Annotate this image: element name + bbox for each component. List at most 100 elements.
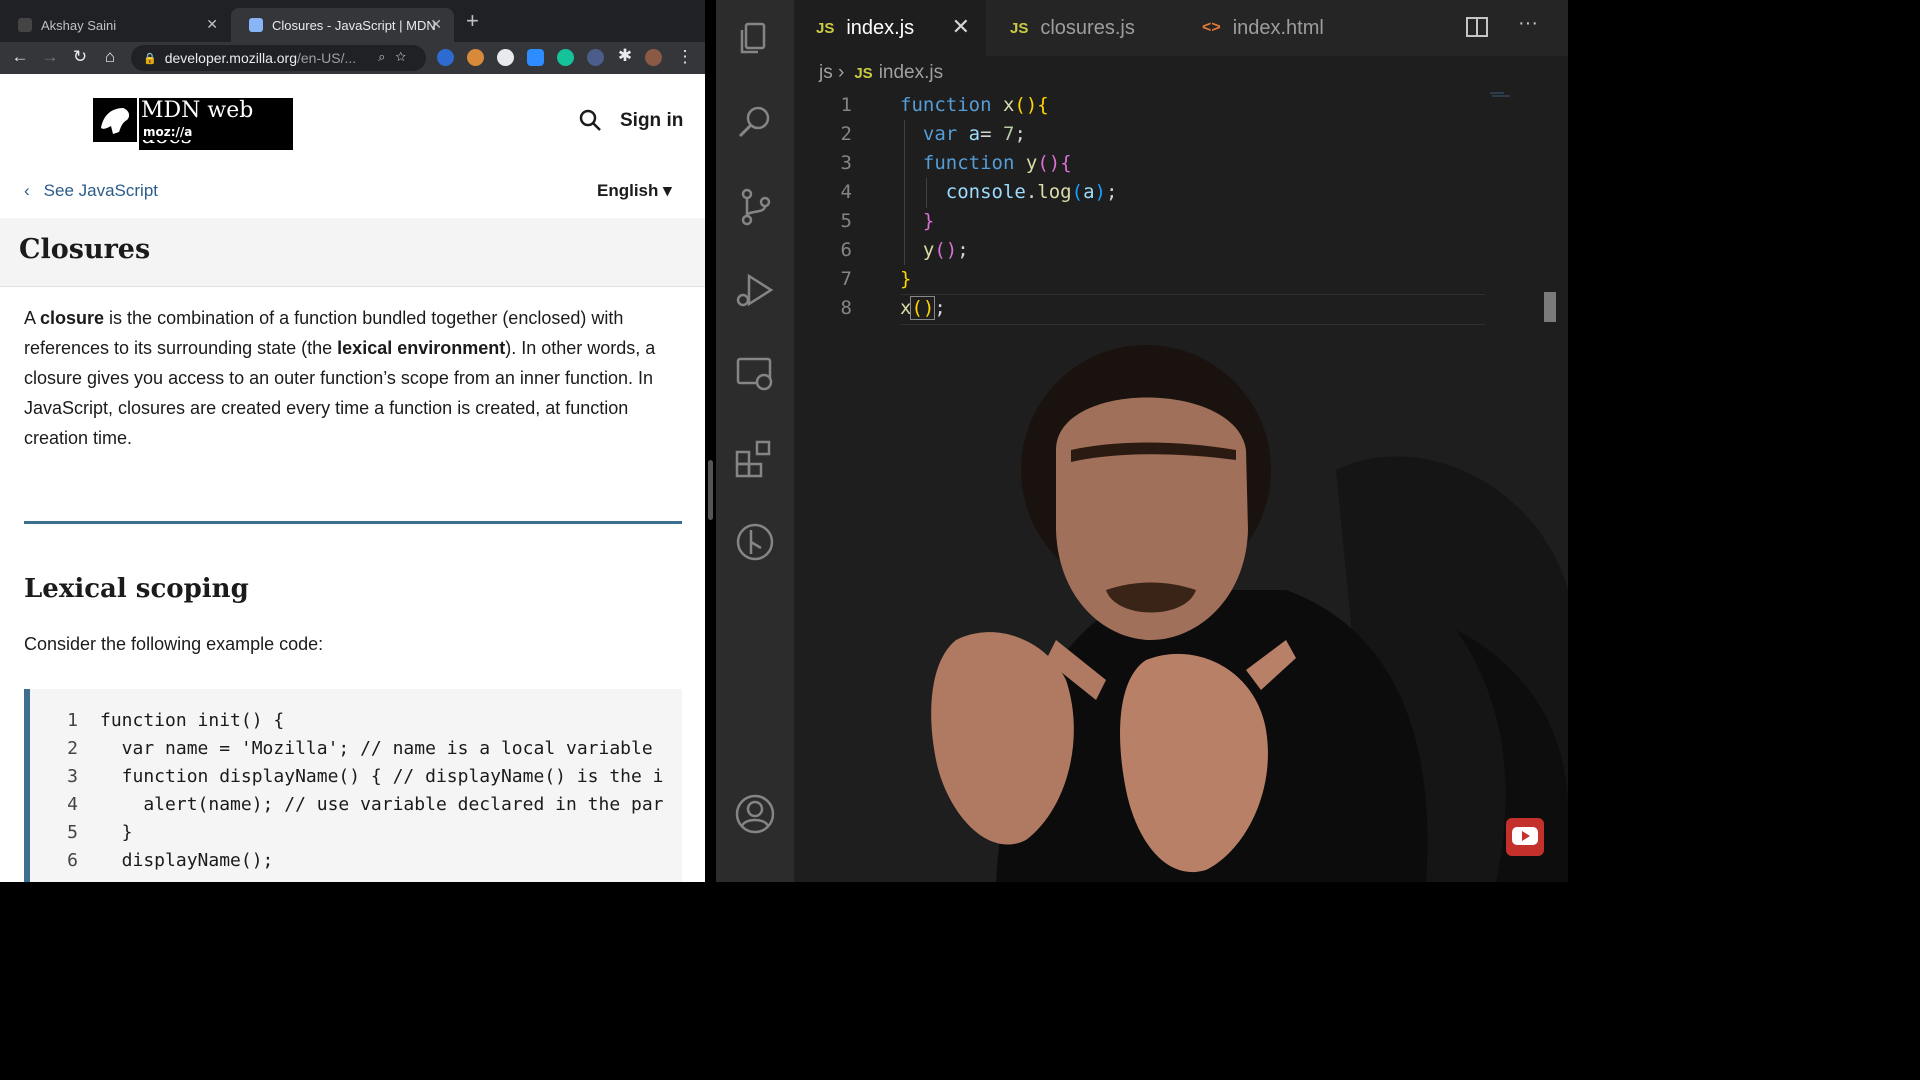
sign-in-link[interactable]: Sign in — [620, 110, 683, 132]
address-bar[interactable]: 🔒 developer.mozilla.org/en-US/... ⌕☆ — [131, 45, 426, 71]
editor-line: 8 x(); — [840, 296, 946, 320]
window-splitter[interactable] — [705, 0, 716, 882]
lock-icon: 🔒 — [143, 52, 157, 65]
zoom-icon[interactable]: ⌕ — [378, 49, 395, 64]
js-file-icon: JS — [816, 19, 835, 37]
tab-label: index.js — [846, 16, 915, 39]
tab-title: Closures - JavaScript | MDN — [272, 17, 436, 33]
puzzle-extensions-icon[interactable]: ✱ — [615, 46, 635, 66]
current-line-highlight — [900, 294, 1485, 325]
url-path: /en-US/... — [297, 50, 357, 66]
home-icon[interactable]: ⌂ — [100, 47, 120, 67]
see-javascript-link[interactable]: ‹ See JavaScript — [24, 181, 158, 201]
close-icon[interactable]: ✕ — [952, 14, 970, 40]
mdn-logo[interactable]: MDN web docs moz://a — [93, 98, 293, 150]
code-line: 3 function displayName() { // displayNam… — [67, 766, 664, 787]
chevron-left-icon: ‹ — [24, 181, 30, 200]
mozilla-wordmark: moz://a — [139, 124, 197, 140]
editor-tab-index-html[interactable]: <> index.html — [1180, 0, 1370, 56]
git-graph-icon[interactable] — [733, 520, 777, 564]
menu-kebab-icon[interactable]: ⋮ — [675, 47, 695, 67]
section-heading: Lexical scoping — [24, 574, 249, 604]
breadcrumb-file[interactable]: index.js — [879, 62, 943, 83]
vscode-window: JS index.js ✕ JS closures.js <> index.ht… — [716, 0, 1568, 882]
mdn-header: MDN web docs moz://a Sign in ‹ See JavaSc… — [0, 74, 705, 219]
intro-bold-closure: closure — [40, 308, 105, 328]
chevron-right-icon: › — [838, 62, 845, 83]
editor-line: 5 } — [840, 210, 935, 232]
close-tab-icon[interactable]: ✕ — [430, 16, 442, 33]
scrollbar-thumb[interactable] — [1544, 292, 1556, 322]
forward-icon[interactable]: → — [40, 47, 60, 67]
code-line: 2 var name = 'Mozilla'; // name is a loc… — [67, 738, 653, 759]
search-icon[interactable] — [733, 100, 777, 144]
extension-icon[interactable] — [437, 49, 454, 66]
editor-line: 3 function y(){ — [840, 152, 1072, 174]
grammarly-icon[interactable] — [557, 49, 574, 66]
editor-line: 1 function x(){ — [840, 94, 1049, 116]
title-bar: Closures — [0, 218, 705, 287]
intro-paragraph: A closure is the combination of a functi… — [24, 303, 684, 453]
editor-line: 4 console.log(a); — [840, 181, 1118, 203]
remote-explorer-icon[interactable] — [733, 352, 777, 396]
back-icon[interactable]: ← — [10, 47, 30, 67]
activity-bar — [716, 0, 794, 882]
page-title: Closures — [19, 234, 151, 265]
code-example: 1 function init() { 2 var name = 'Mozilla… — [24, 689, 682, 882]
back-link-label: See JavaScript — [43, 181, 159, 200]
extensions-icon[interactable] — [733, 436, 777, 480]
browser-tab-strip: Akshay Saini ✕ Closures - JavaScript | M… — [0, 0, 705, 42]
youtube-subscribe-icon[interactable] — [1506, 818, 1544, 856]
js-file-icon: JS — [854, 65, 873, 82]
code-line: 1 function init() { — [67, 710, 285, 731]
tab-label: closures.js — [1040, 16, 1135, 39]
browser-window: Akshay Saini ✕ Closures - JavaScript | M… — [0, 0, 705, 882]
breadcrumb-folder[interactable]: js — [819, 62, 833, 83]
code-line: 4 alert(name); // use variable declared … — [67, 794, 664, 815]
section-divider — [24, 521, 682, 524]
search-icon[interactable] — [578, 108, 602, 137]
tab-label: index.html — [1232, 16, 1324, 39]
code-line: 5 } — [67, 822, 133, 843]
browser-toolbar: ← → ↻ ⌂ 🔒 developer.mozilla.org/en-US/..… — [0, 42, 705, 74]
editor-tab-closures-js[interactable]: JS closures.js — [988, 0, 1178, 56]
editor-tab-index-js[interactable]: JS index.js ✕ — [794, 0, 986, 56]
code-line: 6 displayName(); — [67, 850, 274, 871]
js-file-icon: JS — [1010, 19, 1029, 37]
intro-bold-lexical: lexical environment — [337, 338, 506, 358]
browser-tab-mdn[interactable]: Closures - JavaScript | MDN ✕ — [231, 8, 454, 42]
editor-line: 7} — [840, 268, 912, 290]
url-host: developer.mozilla.org — [164, 50, 297, 66]
language-selector[interactable]: English ▾ — [597, 181, 672, 201]
browser-tab-akshay[interactable]: Akshay Saini ✕ — [0, 8, 230, 42]
youtube-favicon-icon — [18, 18, 32, 32]
mdn-dino-icon — [93, 98, 137, 142]
profile-avatar[interactable] — [645, 49, 662, 66]
explorer-icon[interactable] — [733, 16, 777, 60]
extension-icon[interactable] — [497, 49, 514, 66]
breadcrumb[interactable]: js › JS index.js — [819, 62, 943, 84]
extension-icon[interactable] — [527, 49, 544, 66]
extension-icon[interactable] — [587, 49, 604, 66]
extension-icon[interactable] — [467, 49, 484, 66]
splitter-grip[interactable] — [708, 460, 713, 520]
intro-text: A — [24, 308, 41, 328]
minimap[interactable] — [1488, 90, 1518, 100]
split-editor-icon[interactable] — [1466, 16, 1488, 38]
editor-line: 6 y(); — [840, 239, 969, 261]
accounts-icon[interactable] — [733, 792, 777, 836]
close-tab-icon[interactable]: ✕ — [206, 16, 218, 33]
reload-icon[interactable]: ↻ — [70, 47, 90, 67]
bookmark-star-icon[interactable]: ☆ — [395, 49, 416, 64]
mdn-favicon-icon — [249, 18, 263, 32]
new-tab-icon[interactable]: + — [466, 10, 479, 32]
run-debug-icon[interactable] — [733, 268, 777, 312]
editor-line: 2 var a= 7; — [840, 123, 1026, 145]
more-actions-icon[interactable]: ··· — [1518, 12, 1538, 35]
editor-tabs: JS index.js ✕ JS closures.js <> index.ht… — [794, 0, 1568, 56]
source-control-icon[interactable] — [733, 184, 777, 228]
tab-title: Akshay Saini — [41, 17, 117, 33]
presenter-webcam — [931, 345, 1568, 882]
consider-text: Consider the following example code: — [24, 634, 324, 654]
html-file-icon: <> — [1202, 19, 1221, 36]
